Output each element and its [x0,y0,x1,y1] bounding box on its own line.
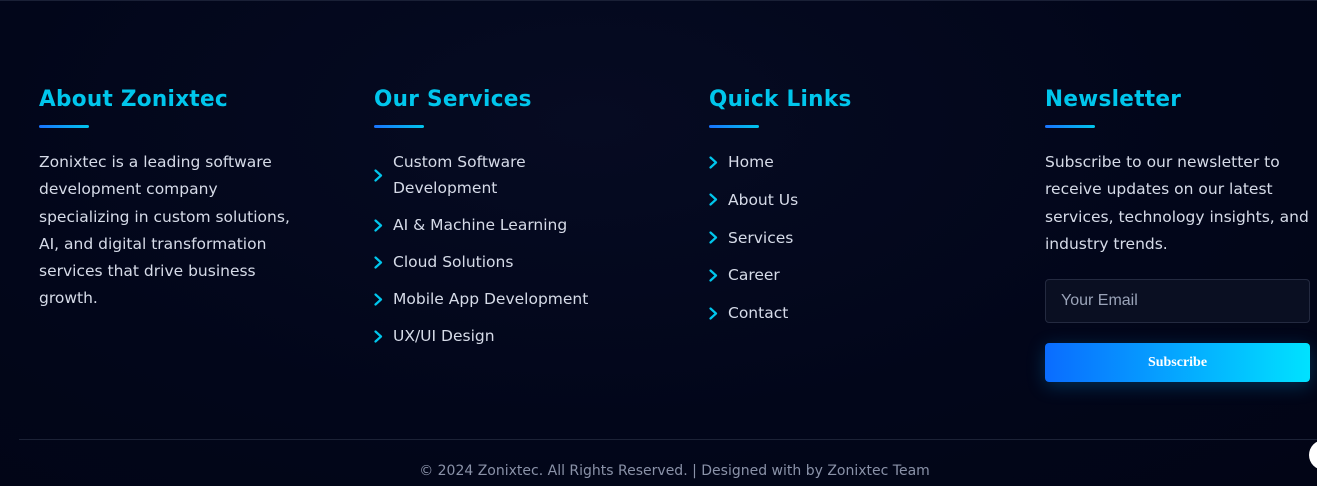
newsletter-column: Newsletter Subscribe to our newsletter t… [1045,87,1310,383]
quick-link-label: About Us [728,190,799,209]
chevron-right-icon [709,307,728,320]
quick-links-title: Quick Links [709,87,852,112]
chevron-right-icon [374,329,393,343]
service-link-label: Mobile App Development [393,290,589,308]
chevron-right-icon [374,292,393,306]
chevron-right-icon [374,168,393,182]
service-link-custom-software[interactable]: Custom Software Development [374,149,544,201]
about-title-underline [39,125,89,128]
site-footer: About Zonixtec Zonixtec is a leading sof… [0,0,1317,486]
chevron-right-icon [709,269,728,282]
services-column: Our Services Custom Software Development… [374,87,634,360]
service-link-label: Custom Software Development [393,153,526,197]
service-link-label: Cloud Solutions [393,253,514,271]
service-link-cloud[interactable]: Cloud Solutions [374,249,634,275]
chevron-right-icon [374,218,393,232]
quick-link-career[interactable]: Career [709,262,969,288]
email-input[interactable] [1045,279,1310,324]
quick-link-about-us[interactable]: About Us [709,187,969,213]
service-link-ux-ui[interactable]: UX/UI Design [374,323,634,349]
quick-link-label: Contact [728,304,789,323]
quick-link-label: Home [728,153,774,171]
service-link-label: AI & Machine Learning [393,216,568,234]
services-list: Custom Software Development AI & Machine… [374,149,634,349]
quick-link-label: Career [728,266,780,285]
newsletter-title: Newsletter [1045,87,1182,112]
newsletter-title-underline [1045,125,1095,128]
services-title-underline [374,125,424,128]
chevron-right-icon [709,231,728,244]
chevron-right-icon [709,193,728,206]
service-link-ai-ml[interactable]: AI & Machine Learning [374,212,634,238]
about-column: About Zonixtec Zonixtec is a leading sof… [39,87,319,313]
quick-link-contact[interactable]: Contact [709,300,969,326]
quick-links-title-underline [709,125,759,128]
subscribe-button[interactable]: Subscribe [1045,343,1310,383]
about-description: Zonixtec is a leading software developme… [39,153,290,308]
quick-link-home[interactable]: Home [709,149,969,175]
footer-divider [19,439,1317,440]
service-link-mobile-app[interactable]: Mobile App Development [374,286,634,312]
quick-link-services[interactable]: Services [709,225,969,251]
copyright-text: © 2024 Zonixtec. All Rights Reserved. | … [419,463,930,479]
service-link-label: UX/UI Design [393,327,495,345]
chevron-right-icon [709,155,728,169]
services-title: Our Services [374,87,532,112]
about-title: About Zonixtec [39,87,229,112]
quick-link-label: Services [728,228,794,247]
chevron-right-icon [374,255,393,269]
quick-links-list: Home About Us Services Career Contact [709,149,969,326]
newsletter-description: Subscribe to our newsletter to receive u… [1045,153,1309,253]
quick-links-column: Quick Links Home About Us Services Caree… [709,87,969,338]
